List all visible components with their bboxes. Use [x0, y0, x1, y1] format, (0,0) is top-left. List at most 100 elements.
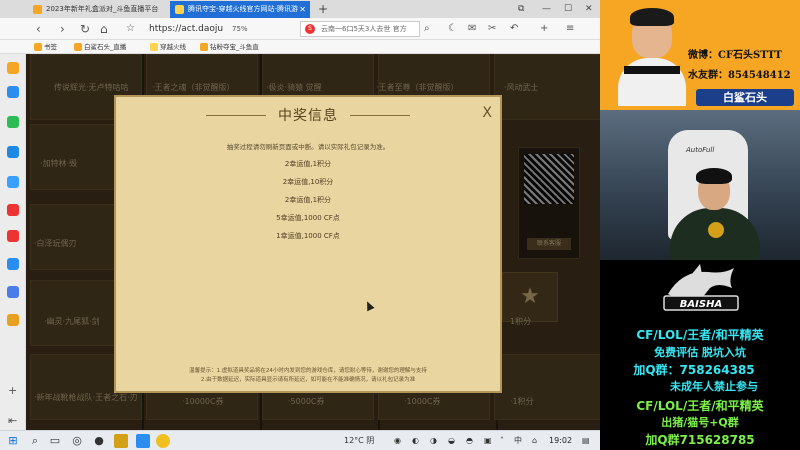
douyu-icon — [74, 43, 82, 51]
new-tab-button[interactable]: + — [318, 0, 328, 18]
prize-record: 1幸运值,1000 CF点 — [276, 232, 340, 240]
notification-icon[interactable]: ▤ — [582, 431, 590, 450]
windows-taskbar: ⊞ ⌕ ▭ ◎ ● 12°C 阴 ◉ ◐ ◑ ◒ ◓ ▣ ˄ 中 ⌂ 19:02… — [0, 430, 600, 450]
bookmark-item[interactable]: 穿越火线 — [150, 40, 186, 54]
promo-line: 加Q群：758264385 — [633, 363, 755, 377]
browser-icon[interactable] — [136, 434, 150, 448]
refresh-button[interactable]: ↻ — [80, 21, 90, 37]
wechat-icon[interactable] — [7, 116, 19, 128]
bookmark-star-icon — [34, 43, 42, 51]
qq-icon[interactable] — [156, 434, 170, 448]
search-input[interactable]: S 云南一6口5天3人去世 官方 — [300, 21, 420, 37]
bookmark-item[interactable]: 书签 — [34, 40, 57, 54]
browser-window: 2023年新年礼盒派对_斗鱼直播平台 腾讯夺宝-穿越火线官方网站-腾讯游 ✕ +… — [0, 0, 600, 430]
search-icon[interactable] — [7, 258, 19, 270]
host-hair — [630, 8, 674, 26]
screen: 2023年新年礼盒派对_斗鱼直播平台 腾讯夺宝-穿越火线官方网站-腾讯游 ✕ +… — [0, 0, 800, 450]
weibo-icon[interactable] — [7, 146, 19, 158]
maximize-button[interactable]: ☐ — [564, 0, 572, 18]
douyu-icon — [200, 43, 208, 51]
clock[interactable]: 19:02 — [549, 431, 572, 450]
footer-tip-1: 温馨提示：1.虚拟道具奖品将在24小时内发到您的游戏仓库，请您耐心等待，谢谢您的… — [189, 368, 427, 374]
close-window-button[interactable]: ✕ — [585, 0, 593, 18]
bookmarks-bar: 书签 白鲨石头_直播 穿越火线 钻粉夺宝_斗鱼直 — [0, 40, 600, 54]
qq-icon[interactable] — [7, 86, 19, 98]
add-sidebar-icon[interactable]: + — [8, 384, 17, 397]
network-icon[interactable]: ⌂ — [532, 431, 537, 450]
tab-daoju[interactable]: 腾讯夺宝-穿越火线官方网站-腾讯游 ✕ — [170, 1, 310, 18]
undo-icon[interactable]: ↶ — [510, 21, 518, 37]
close-modal-button[interactable]: X — [482, 105, 492, 121]
collapse-sidebar-icon[interactable]: ⇤ — [8, 414, 17, 427]
search-icon[interactable]: ⌕ — [424, 21, 430, 37]
cf-icon — [150, 43, 158, 51]
webcam-feed: AutoFull — [600, 110, 800, 260]
forward-button[interactable]: › — [60, 21, 65, 37]
cut-icon[interactable]: ✂ — [488, 21, 496, 37]
modal-title: 中奖信息 — [278, 108, 338, 124]
douyu-icon — [33, 5, 42, 14]
url-input[interactable]: https://act.daoju — [145, 21, 295, 37]
shark-logo-icon: BAISHA — [663, 264, 739, 311]
daoju-icon — [175, 5, 184, 14]
pdf-icon[interactable] — [7, 230, 19, 242]
tray-icon[interactable]: ◑ — [430, 431, 437, 450]
cloud-icon[interactable] — [7, 176, 19, 188]
ime-indicator[interactable]: 中 — [514, 431, 522, 450]
tray-icon[interactable]: ▣ — [484, 431, 492, 450]
tray-icon[interactable]: ◉ — [394, 431, 401, 450]
prize-record: 5幸运值,1000 CF点 — [276, 214, 340, 222]
prize-record: 2幸运值,1积分 — [284, 160, 332, 168]
minimize-button[interactable]: — — [542, 0, 551, 18]
tab-title: 2023年新年礼盒派对_斗鱼直播平台 — [46, 5, 159, 13]
back-button[interactable]: ‹ — [36, 21, 41, 37]
modal-footer: 温馨提示：1.虚拟道具奖品将在24小时内发到您的游戏仓库，请您耐心等待，谢谢您的… — [116, 367, 500, 385]
tab-bar: 2023年新年礼盒派对_斗鱼直播平台 腾讯夺宝-穿越火线官方网站-腾讯游 ✕ +… — [0, 0, 600, 18]
chevron-up-icon[interactable]: ˄ — [500, 431, 504, 450]
app-icon[interactable]: ◎ — [70, 434, 84, 448]
search-engine-icon: S — [305, 24, 315, 34]
tray-icon[interactable]: ◒ — [448, 431, 455, 450]
promo-line: 免费评估 脱坑入坑 — [654, 346, 746, 359]
restore-icon[interactable]: ⧉ — [518, 0, 524, 18]
promo-line: 未成年人禁止参与 — [670, 380, 758, 393]
prize-record: 2幸运值,10积分 — [282, 178, 334, 186]
notes-icon[interactable] — [7, 286, 19, 298]
address-bar: ‹ › ↻ ⌂ ☆ https://act.daoju 75% S 云南一6口5… — [0, 18, 600, 40]
cf-icon[interactable] — [114, 434, 128, 448]
zoom-level[interactable]: 75% — [232, 21, 248, 37]
search-icon[interactable]: ⌕ — [28, 434, 42, 448]
obs-icon[interactable]: ● — [92, 434, 106, 448]
badge-icon — [708, 222, 724, 238]
promo-line: CF/LOL/王者/和平精英 — [636, 328, 764, 342]
promo-line: 出猪/猫号+Q群 — [661, 416, 739, 429]
favorites-icon[interactable] — [7, 62, 19, 74]
add-icon[interactable]: + — [540, 21, 548, 37]
home-button[interactable]: ⌂ — [100, 21, 108, 37]
weather-widget[interactable]: 12°C 阴 — [344, 431, 374, 450]
gift-icon[interactable]: ✉ — [468, 21, 476, 37]
close-tab-icon[interactable]: ✕ — [299, 1, 306, 18]
mouse-cursor-icon — [363, 299, 375, 312]
moon-icon[interactable]: ☾ — [448, 21, 457, 37]
person-hair — [696, 168, 732, 184]
tray-icon[interactable]: ◓ — [466, 431, 473, 450]
game-icon[interactable] — [7, 314, 19, 326]
fan-group: 水友群：854548412 — [688, 70, 791, 81]
favorite-star-icon[interactable]: ☆ — [126, 21, 135, 37]
promo-panel: BAISHA CF/LOL/王者/和平精英 免费评估 脱坑入坑 加Q群：7582… — [600, 260, 800, 450]
streamer-name: 白鲨石头 — [696, 89, 794, 106]
streamer-info-panel: 微博：CF石头STTT 水友群：854548412 白鲨石头 — [600, 0, 800, 110]
bookmark-item[interactable]: 钻粉夺宝_斗鱼直 — [200, 40, 259, 54]
tray-icon[interactable]: ◐ — [412, 431, 419, 450]
task-view-icon[interactable]: ▭ — [48, 434, 62, 448]
prize-info-modal: 中奖信息 X 抽奖过程请勿刷新页面或中断。请以实际礼包记录为准。 2幸运值,1积… — [114, 95, 502, 393]
windows-start-icon[interactable]: ⊞ — [6, 434, 20, 448]
streamer-overlay: 微博：CF石头STTT 水友群：854548412 白鲨石头 AutoFull … — [600, 0, 800, 450]
menu-icon[interactable]: ≡ — [566, 21, 574, 37]
search-text: 云南一6口5天3人去世 官方 — [321, 25, 407, 33]
footer-tip-2: 2.由于数据延迟，实际道具显示请有所延迟，如可能在不能准确情况，请以礼包记录为准 — [200, 377, 416, 383]
mail-icon[interactable] — [7, 204, 19, 216]
bookmark-item[interactable]: 白鲨石头_直播 — [74, 40, 126, 54]
tab-douyu[interactable]: 2023年新年礼盒派对_斗鱼直播平台 — [28, 1, 166, 18]
